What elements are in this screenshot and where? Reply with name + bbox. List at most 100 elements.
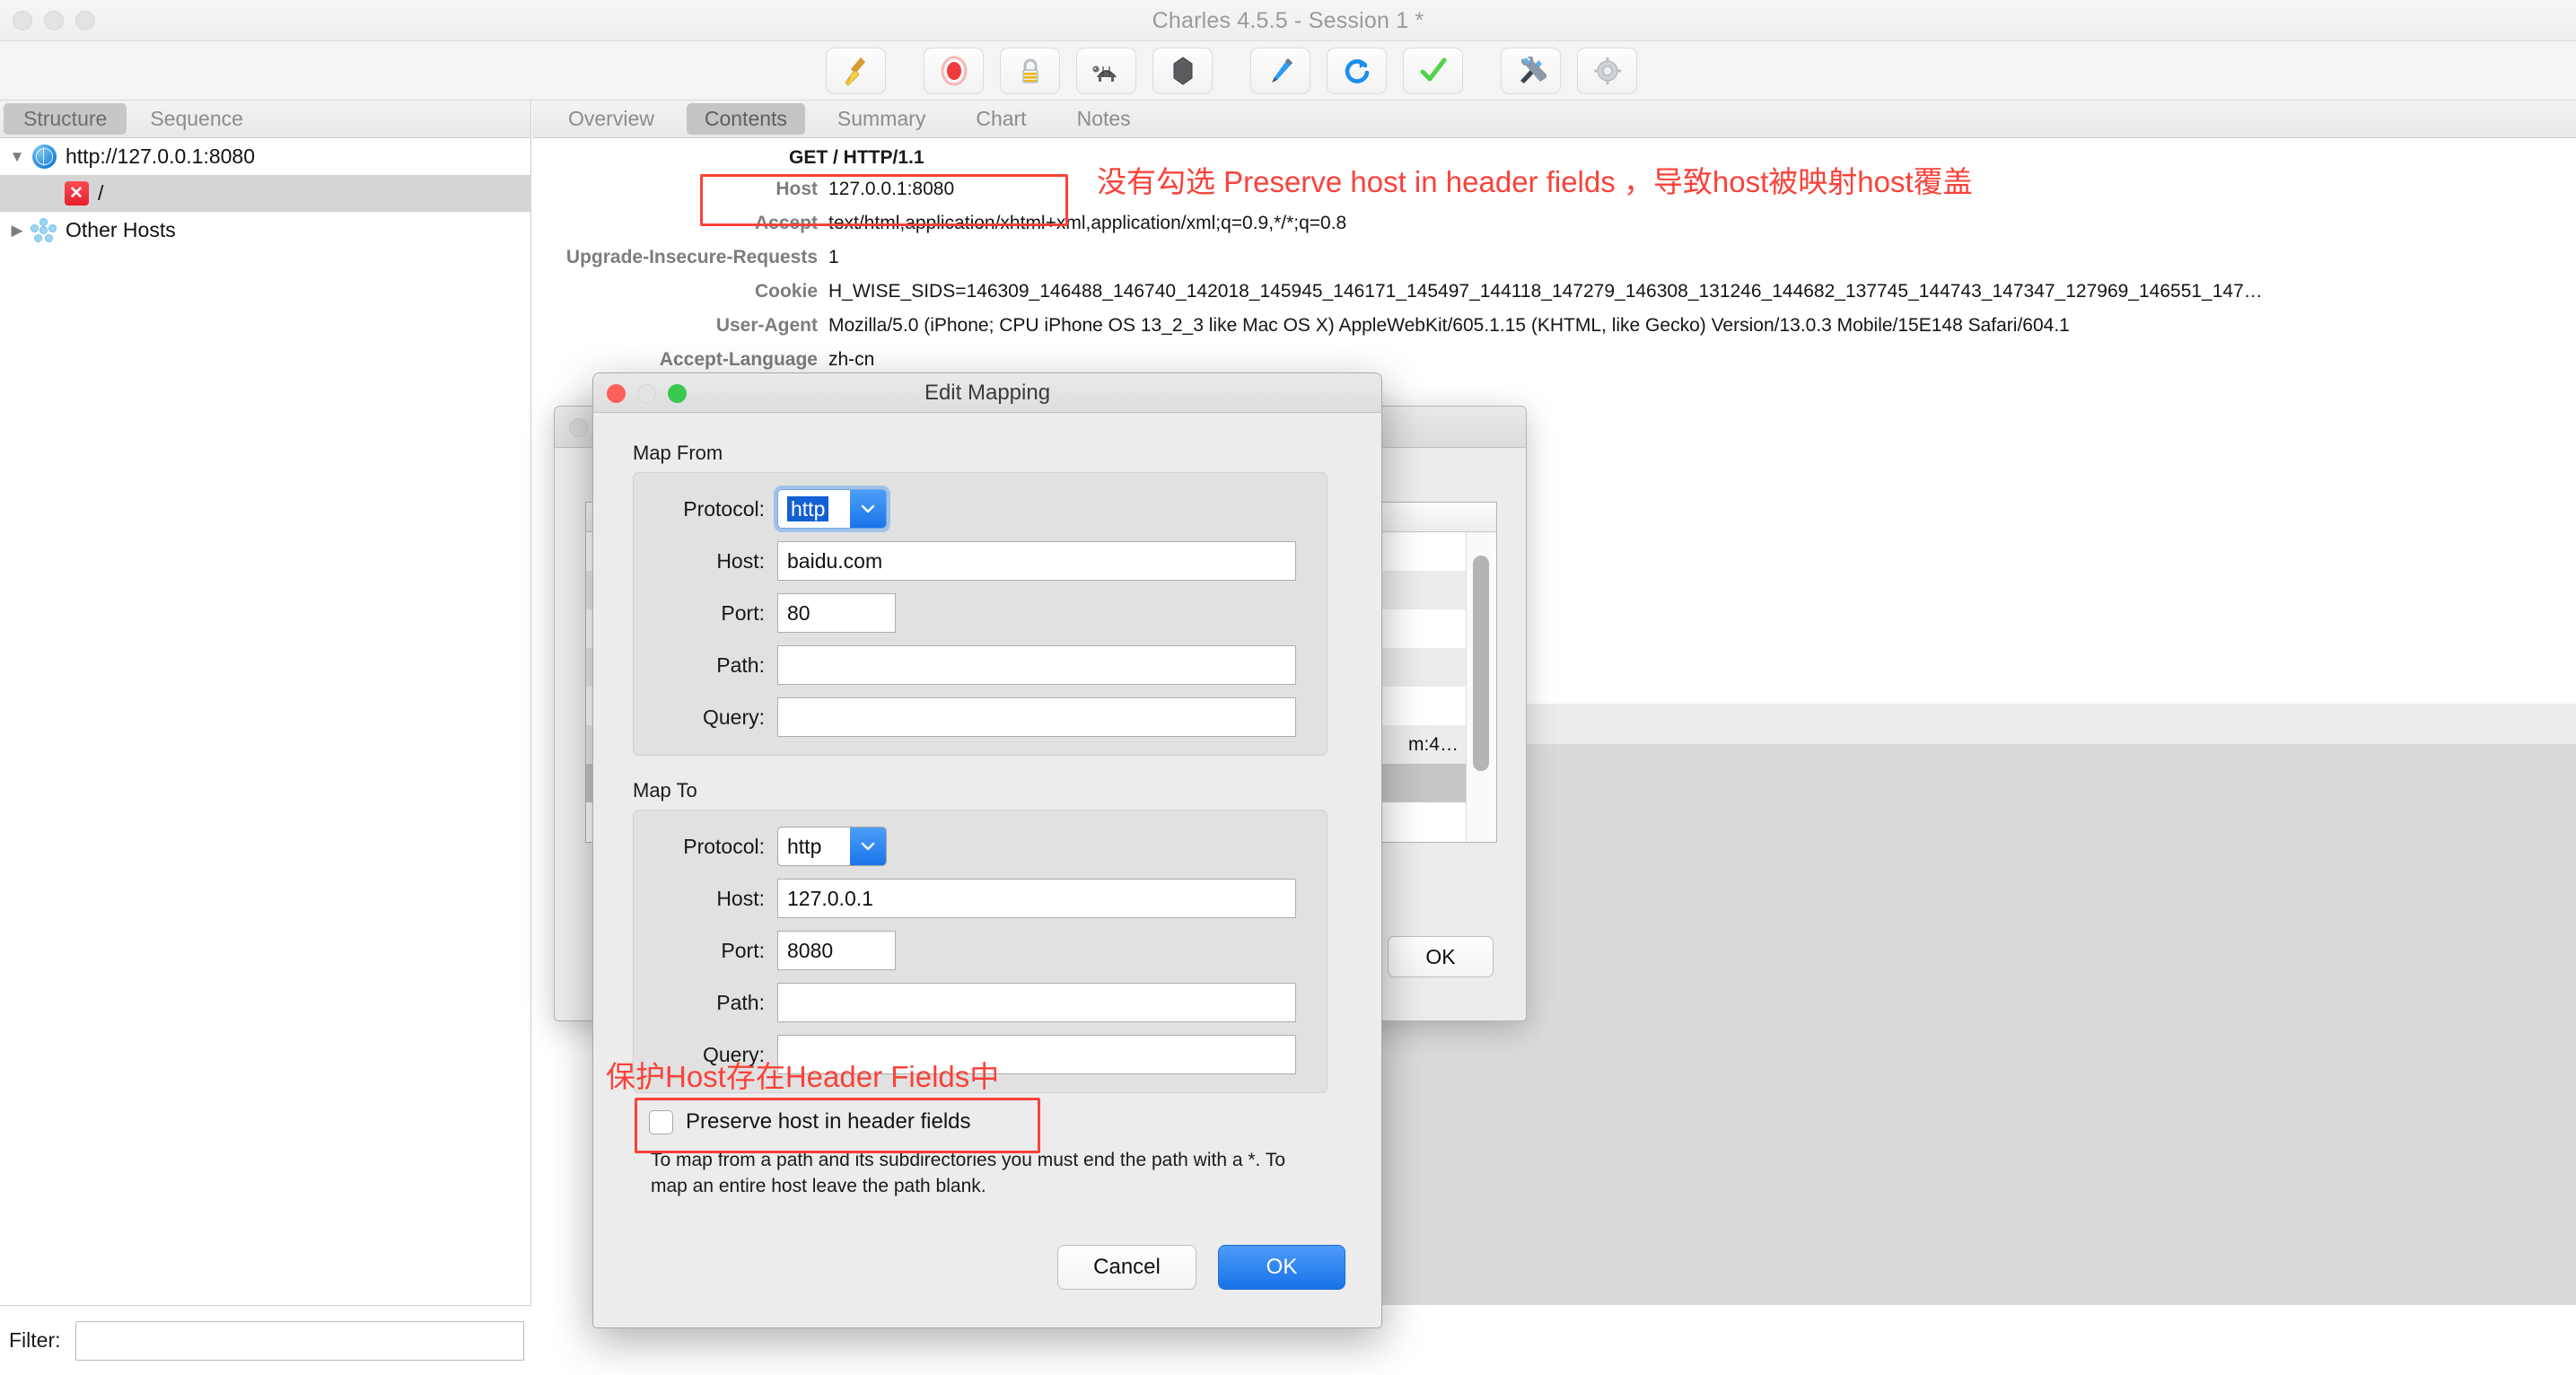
sidebar-tab-sequence[interactable]: Sequence (130, 103, 263, 135)
map-from-path-input[interactable] (777, 645, 1296, 685)
tree-item-label: Other Hosts (66, 218, 176, 241)
map-from-path-row: Path: (634, 645, 1327, 685)
gear-icon (1593, 57, 1622, 85)
checkmark-icon (1419, 57, 1448, 84)
session-tree: ▼ http://127.0.0.1:8080 ✕ / ▶ Other Host… (0, 138, 530, 249)
window-title: Charles 4.5.5 - Session 1 * (1152, 8, 1424, 33)
map-from-query-label: Query: (702, 705, 765, 729)
map-from-host-input[interactable]: baidu.com (777, 541, 1296, 581)
bgwindow-close-button[interactable] (569, 418, 588, 437)
header-value: H_WISE_SIDS=146309_146488_146740_142018_… (828, 281, 2263, 302)
header-row: Upgrade-Insecure-Requests 1 (532, 241, 2576, 275)
throttle-button[interactable] (1076, 48, 1136, 94)
map-from-query-input[interactable] (777, 697, 1296, 737)
tree-item-path[interactable]: ✕ / (0, 175, 530, 212)
error-icon: ✕ (61, 180, 92, 207)
map-from-group-label: Map From (633, 442, 723, 464)
map-from-host-row: Host: baidu.com (634, 541, 1327, 581)
map-from-port-row: Port: 80 (634, 593, 1327, 633)
tab-contents[interactable]: Contents (686, 103, 805, 135)
compose-button[interactable] (1250, 48, 1310, 94)
annotation-top-note: 没有勾选 Preserve host in header fields ，导致h… (1097, 165, 1973, 198)
map-to-port-label: Port: (721, 938, 765, 962)
chevron-down-icon[interactable] (850, 828, 886, 865)
cluster-icon (29, 217, 59, 244)
map-to-host-label: Host: (716, 886, 765, 910)
charles-app-window: Charles 4.5.5 - Session 1 * Structure Se… (0, 0, 2576, 1375)
map-from-port-input[interactable]: 80 (777, 593, 896, 633)
map-to-group: Protocol: http Host: 127.0.0.1 Port: 808… (633, 810, 1327, 1093)
error-badge: ✕ (64, 181, 89, 206)
filter-input[interactable] (74, 1320, 524, 1361)
filter-bar: Filter: (0, 1305, 531, 1375)
tab-overview[interactable]: Overview (550, 103, 672, 135)
chevron-right-icon[interactable]: ▶ (5, 222, 29, 240)
filter-label: Filter: (9, 1328, 61, 1352)
tree-item-label: / (98, 181, 104, 205)
tools-button[interactable] (1501, 48, 1561, 94)
sidebar-panel: Structure Sequence ▼ http://127.0.0.1:80… (0, 101, 531, 1305)
settings-button[interactable] (1577, 48, 1637, 94)
broom-icon (842, 56, 871, 86)
sidebar-segment-control: Structure Sequence (0, 101, 530, 138)
clear-session-button[interactable] (826, 48, 886, 94)
map-to-path-label: Path: (716, 990, 765, 1014)
validate-button[interactable] (1403, 48, 1463, 94)
main-toolbar (0, 41, 2576, 101)
scrollbar-thumb[interactable] (1473, 556, 1489, 771)
chevron-down-icon[interactable] (850, 490, 886, 528)
edit-mapping-dialog: Edit Mapping Map From Protocol: http Hos… (592, 372, 1382, 1328)
dialog-minimize-button[interactable] (637, 384, 656, 403)
window-titlebar: Charles 4.5.5 - Session 1 * (0, 0, 2576, 41)
sidebar-tab-structure[interactable]: Structure (4, 103, 127, 135)
dialog-close-button[interactable] (607, 384, 626, 403)
header-value: Mozilla/5.0 (iPhone; CPU iPhone OS 13_2_… (828, 315, 2070, 336)
dialog-maximize-button[interactable] (668, 384, 687, 403)
mapping-list-scrollbar[interactable] (1466, 532, 1496, 842)
map-from-query-row: Query: (634, 697, 1327, 737)
ok-button[interactable]: OK (1218, 1245, 1345, 1290)
dialog-titlebar: Edit Mapping (593, 373, 1381, 413)
ssl-proxying-button[interactable] (1000, 48, 1060, 94)
tree-item-label: http://127.0.0.1:8080 (66, 145, 256, 168)
annotation-middle-note: 保护Host存在Header Fields中 (606, 1060, 1000, 1093)
hexagon-icon (1171, 56, 1195, 86)
header-name: User-Agent (715, 315, 818, 336)
dialog-traffic-lights (607, 384, 687, 403)
lock-icon (1017, 56, 1044, 86)
pen-icon (1266, 56, 1295, 86)
map-from-protocol-value: http (787, 495, 829, 521)
tree-item-other-hosts[interactable]: ▶ Other Hosts (0, 212, 530, 249)
map-to-protocol-select[interactable]: http (777, 827, 887, 866)
map-to-group-label: Map To (633, 779, 697, 801)
map-from-path-label: Path: (716, 652, 765, 677)
tab-notes[interactable]: Notes (1059, 103, 1149, 135)
map-to-protocol-row: Protocol: http (634, 827, 1327, 866)
map-to-host-input[interactable]: 127.0.0.1 (777, 879, 1296, 918)
tools-icon (1516, 57, 1546, 85)
turtle-icon (1091, 57, 1122, 84)
tab-summary[interactable]: Summary (819, 103, 943, 135)
tab-chart[interactable]: Chart (958, 103, 1044, 135)
header-name: Cookie (754, 281, 818, 302)
breakpoints-button[interactable] (1152, 48, 1213, 94)
map-to-protocol-value: http (787, 834, 822, 858)
map-to-path-input[interactable] (777, 983, 1296, 1022)
bgwindow-ok-button[interactable]: OK (1388, 936, 1494, 977)
map-from-port-label: Port: (721, 600, 765, 625)
refresh-icon (1343, 57, 1371, 85)
header-row: User-Agent Mozilla/5.0 (iPhone; CPU iPho… (532, 309, 2576, 343)
map-to-path-row: Path: (634, 983, 1327, 1022)
record-icon (939, 56, 969, 86)
map-to-port-row: Port: 8080 (634, 931, 1327, 970)
map-to-port-input[interactable]: 8080 (777, 931, 896, 970)
cancel-button[interactable]: Cancel (1057, 1245, 1196, 1290)
host-header-highlight-box (700, 174, 1068, 226)
map-from-host-label: Host: (716, 548, 765, 573)
map-from-protocol-select[interactable]: http (777, 489, 887, 529)
tree-item-host[interactable]: ▼ http://127.0.0.1:8080 (0, 138, 530, 175)
record-button[interactable] (924, 48, 984, 94)
chevron-down-icon[interactable]: ▼ (5, 148, 29, 166)
map-from-protocol-label: Protocol: (683, 496, 765, 521)
repeat-button[interactable] (1327, 48, 1387, 94)
